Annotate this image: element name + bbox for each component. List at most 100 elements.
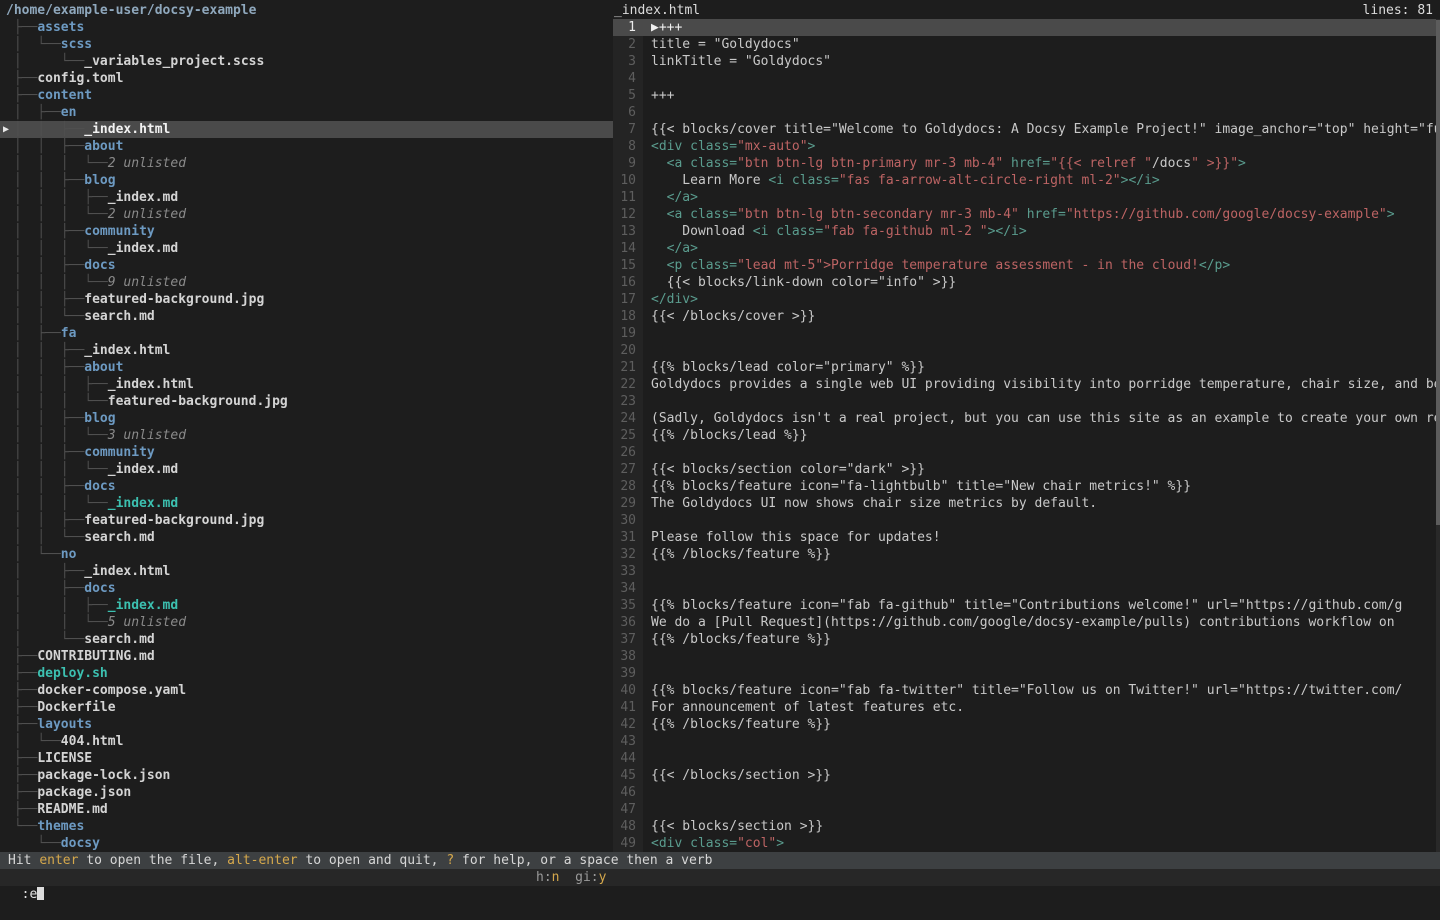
code-line-27: 27{{< blocks/section color="dark" >}} [613,461,1440,478]
preview-scrollbar[interactable] [1436,19,1440,852]
tree-dir-blog[interactable]: │ │ ├──blog [0,172,613,189]
code-line-43: 43 [613,733,1440,750]
preview-panel: _index.html lines: 81 1▶+++2title = "Gol… [613,2,1440,852]
tree-dir-community[interactable]: │ │ ├──community [0,223,613,240]
code-text: </a> [651,189,1440,206]
code-segment: "lead mt-5">Porridge temperature assessm… [737,258,1199,273]
tree-item-3-unlisted[interactable]: │ │ │ └──3 unlisted [0,427,613,444]
tree-dir-fa[interactable]: │ ├──fa [0,325,613,342]
tree-item-search-md[interactable]: │ │ └──search.md [0,529,613,546]
tree-dir-themes[interactable]: └──themes [0,818,613,835]
tree-branch-lines: │ └── [6,632,84,647]
code-text [651,70,1440,87]
tree-item-dockerfile[interactable]: ├──Dockerfile [0,699,613,716]
line-number: 32 [613,546,643,563]
code-line-37: 37{{% /blocks/feature %}} [613,631,1440,648]
code-segment: > [1387,207,1395,222]
tree-item-contributing-md[interactable]: ├──CONTRIBUTING.md [0,648,613,665]
code-segment: Learn More [651,173,768,188]
line-number: 13 [613,223,643,240]
tree-item-name: blog [84,411,115,426]
tree-item-5-unlisted[interactable]: │ │ └──5 unlisted [0,614,613,631]
command-line[interactable]: :e h:n gi:y [0,869,1440,886]
tree-branch-lines: │ ├── [6,105,61,120]
tree-branch-lines: │ │ │ └── [6,496,108,511]
code-segment: Goldydocs provides a single web UI provi… [651,377,1440,392]
tree-branch-lines: ├── [6,717,37,732]
tree-item-name: _index.html [84,122,170,137]
status-bar: Hit enter to open the file, alt-enter to… [0,852,1440,869]
code-line-14: 14 </a> [613,240,1440,257]
tree-item-name: package-lock.json [37,768,170,783]
tree-item--index-md[interactable]: │ │ │ └──_index.md [0,240,613,257]
tree-item-name: featured-background.jpg [84,513,264,528]
tree-item-docker-compose-yaml[interactable]: ├──docker-compose.yaml [0,682,613,699]
line-number: 47 [613,801,643,818]
line-number: 46 [613,784,643,801]
code-text [651,784,1440,801]
tree-dir-assets[interactable]: ├──assets [0,19,613,36]
root-path: /home/example-user/docsy-example [0,2,613,19]
tree-item-package-json[interactable]: ├──package.json [0,784,613,801]
tree-item-license[interactable]: ├──LICENSE [0,750,613,767]
tree-item--index-html[interactable]: │ │ ├──_index.html [0,342,613,359]
code-text: (Sadly, Goldydocs isn't a real project, … [651,410,1440,427]
tree-dir-docs[interactable]: │ │ ├──docs [0,257,613,274]
tree-item-deploy-sh[interactable]: ├──deploy.sh [0,665,613,682]
tree-item--index-html[interactable]: ▶ │ │ ├──_index.html [0,121,613,138]
tree-item-2-unlisted[interactable]: │ │ │ └──2 unlisted [0,155,613,172]
tree-item-9-unlisted[interactable]: │ │ │ └──9 unlisted [0,274,613,291]
tree-item-featured-background-jpg[interactable]: │ │ ├──featured-background.jpg [0,512,613,529]
tree-dir-scss[interactable]: │ └──scss [0,36,613,53]
tree-item-name: en [61,105,77,120]
tree-item-name: _index.md [108,462,178,477]
mode-hint: h: [536,870,552,885]
line-number: 5 [613,87,643,104]
tree-item-readme-md[interactable]: ├──README.md [0,801,613,818]
tree-item-featured-background-jpg[interactable]: │ │ │ └──featured-background.jpg [0,393,613,410]
code-text [651,512,1440,529]
code-line-17: 17</div> [613,291,1440,308]
tree-branch-lines: │ │ ├── [6,479,84,494]
tree-dir-community[interactable]: │ │ ├──community [0,444,613,461]
tree-item-name: about [84,360,123,375]
tree-item-search-md[interactable]: │ │ └──search.md [0,308,613,325]
tree-item-2-unlisted[interactable]: │ │ │ └──2 unlisted [0,206,613,223]
tree-branch-lines: │ │ ├── [6,122,84,137]
tree-item-config-toml[interactable]: ├──config.toml [0,70,613,87]
tree-dir-layouts[interactable]: ├──layouts [0,716,613,733]
tree-item--index-html[interactable]: │ │ │ ├──_index.html [0,376,613,393]
tree-item--index-html[interactable]: │ ├──_index.html [0,563,613,580]
tree-item-package-lock-json[interactable]: ├──package-lock.json [0,767,613,784]
tree-item-404-html[interactable]: │ └──404.html [0,733,613,750]
tree-dir-docs[interactable]: │ │ ├──docs [0,478,613,495]
code-text: <a class="btn btn-lg btn-primary mr-3 mb… [651,155,1440,172]
tree-item--index-md[interactable]: │ │ │ └──_index.md [0,495,613,512]
tree-dir-no[interactable]: │ └──no [0,546,613,563]
tree-dir-docsy[interactable]: └──docsy [0,835,613,852]
scrollbar-thumb[interactable] [1436,20,1440,525]
code-text: {{< blocks/section >}} [651,818,1440,835]
tree-item-search-md[interactable]: │ └──search.md [0,631,613,648]
tree-item-name: 3 unlisted [108,428,186,443]
tree-dir-about[interactable]: │ │ ├──about [0,359,613,376]
tree-item--variables-project-scss[interactable]: │ └──_variables_project.scss [0,53,613,70]
code-text: Download <i class="fab fa-github ml-2 ">… [651,223,1440,240]
tree-item-name: featured-background.jpg [84,292,264,307]
code-segment: {{< blocks/section >}} [651,819,823,834]
tree-item--index-md[interactable]: │ │ ├──_index.md [0,597,613,614]
code-line-45: 45{{< /blocks/section >}} [613,767,1440,784]
tree-dir-docs[interactable]: │ ├──docs [0,580,613,597]
tree-item-featured-background-jpg[interactable]: │ │ ├──featured-background.jpg [0,291,613,308]
tree-branch-lines: │ │ │ └── [6,275,108,290]
tree-dir-blog[interactable]: │ │ ├──blog [0,410,613,427]
tree-dir-content[interactable]: ├──content [0,87,613,104]
code-line-42: 42{{% /blocks/feature %}} [613,716,1440,733]
tree-dir-en[interactable]: │ ├──en [0,104,613,121]
tree-item--index-md[interactable]: │ │ │ ├──_index.md [0,189,613,206]
tree-item--index-md[interactable]: │ │ │ └──_index.md [0,461,613,478]
line-number: 48 [613,818,643,835]
tree-item-name: package.json [37,785,131,800]
preview-filename: _index.html [614,2,700,19]
tree-dir-about[interactable]: │ │ ├──about [0,138,613,155]
